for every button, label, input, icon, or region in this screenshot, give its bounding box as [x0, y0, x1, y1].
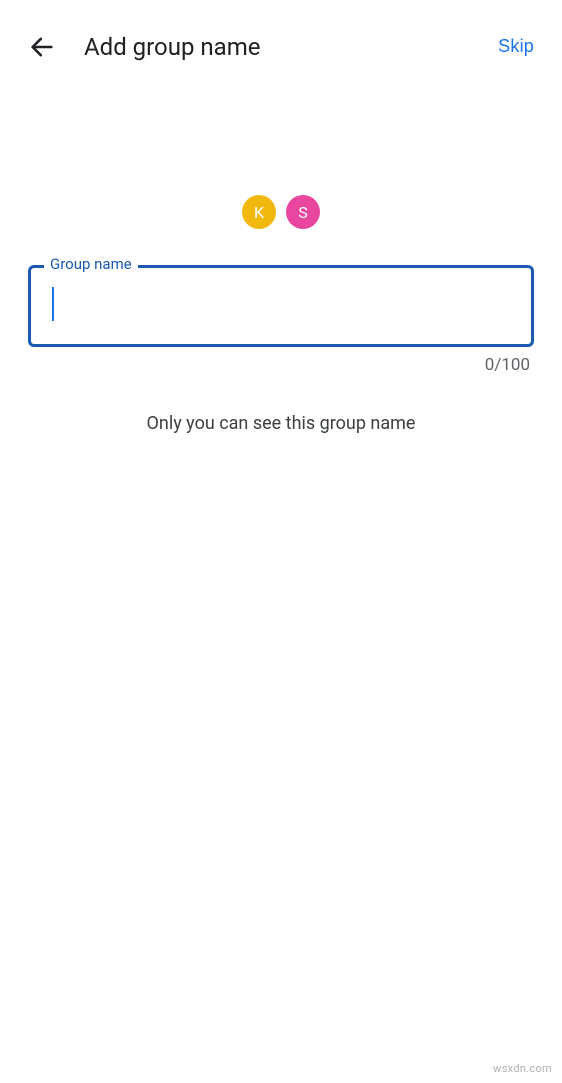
group-name-input[interactable]	[28, 265, 534, 347]
group-avatars: K S	[28, 195, 534, 229]
avatar: S	[286, 195, 320, 229]
header: Add group name Skip	[0, 0, 562, 85]
arrow-left-icon	[28, 33, 56, 61]
helper-text: Only you can see this group name	[28, 413, 534, 434]
watermark: wsxdn.com	[493, 1062, 552, 1075]
back-button[interactable]	[24, 29, 60, 65]
group-name-label: Group name	[44, 255, 138, 273]
text-cursor	[52, 287, 54, 321]
group-name-field-wrapper: Group name	[28, 265, 534, 347]
character-count: 0/100	[28, 355, 534, 375]
content-area: K S Group name 0/100 Only you can see th…	[0, 85, 562, 434]
skip-button[interactable]: Skip	[494, 28, 538, 65]
avatar: K	[242, 195, 276, 229]
page-title: Add group name	[84, 33, 494, 61]
